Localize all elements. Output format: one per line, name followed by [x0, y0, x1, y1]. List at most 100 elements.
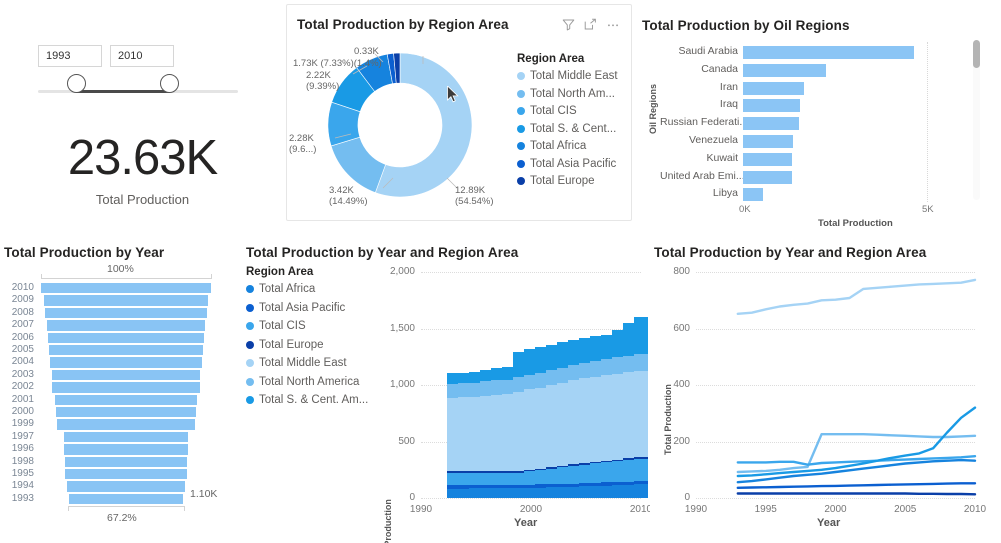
- donut-legend-label: Total Africa: [530, 140, 587, 152]
- stack-segment[interactable]: [634, 316, 648, 354]
- bar-item[interactable]: [743, 188, 764, 202]
- line-x-tick: 1990: [684, 504, 708, 515]
- stack-segment[interactable]: [634, 457, 648, 459]
- line-series[interactable]: [736, 492, 977, 496]
- donut-label-1.73K: 1.73K (7.33%)(1.4%): [293, 58, 382, 69]
- bar-category-label: Libya: [712, 187, 738, 200]
- bar-item[interactable]: [743, 170, 792, 184]
- funnel-bottom-tick-right: [184, 506, 185, 511]
- line-x-tick: 2005: [894, 504, 917, 515]
- slicer-slider[interactable]: [38, 74, 238, 102]
- funnel-bar[interactable]: [49, 345, 203, 356]
- line-x-tick: 2010: [963, 504, 987, 515]
- funnel-bar[interactable]: [44, 307, 208, 319]
- funnel-bar[interactable]: [55, 407, 197, 418]
- bar-category-label: Saudi Arabia: [678, 45, 738, 57]
- donut-label-0.33K: 0.33K: [354, 46, 379, 57]
- funnel-last-value: 1.10K: [190, 488, 218, 500]
- bar-gridline-5k: [927, 42, 928, 202]
- funnel-category-label: 1998: [11, 455, 34, 467]
- donut-legend-title: Region Area: [517, 53, 585, 65]
- funnel-bar[interactable]: [47, 332, 205, 343]
- funnel-bar[interactable]: [52, 382, 200, 393]
- legend-dot-icon: [517, 72, 525, 80]
- stack-y-tick: 1,500: [389, 322, 415, 334]
- focus-mode-icon[interactable]: [584, 18, 597, 31]
- stack-x-tick: 1990: [409, 504, 433, 515]
- bar-item[interactable]: [743, 117, 800, 131]
- mouse-cursor-icon: [447, 86, 459, 103]
- donut-legend-label: Total Europe: [530, 175, 595, 187]
- line-series[interactable]: [736, 482, 977, 490]
- line-series[interactable]: [736, 406, 977, 478]
- funnel-bar[interactable]: [46, 320, 206, 331]
- funnel-category-label: 2005: [11, 344, 34, 355]
- kpi-label: Total Production: [95, 192, 190, 207]
- stack-y-tick: 500: [398, 435, 415, 447]
- stack-y-tick: 1,000: [389, 379, 415, 390]
- bar-scrollbar[interactable]: [973, 40, 980, 200]
- line-x-tick: 1995: [754, 504, 777, 515]
- donut-legend-item[interactable]: Total Middle East: [517, 70, 618, 82]
- funnel-bar[interactable]: [66, 481, 186, 492]
- bar-x-tick-5k: 5K: [922, 204, 934, 215]
- bar-item[interactable]: [743, 99, 801, 113]
- funnel-bar[interactable]: [55, 394, 197, 405]
- stack-segment[interactable]: [634, 458, 648, 482]
- funnel-bar[interactable]: [64, 444, 188, 455]
- year-funnel-panel: Total Production by Year 100% 2010 2009 20…: [0, 240, 240, 543]
- legend-dot-icon: [517, 107, 525, 115]
- slider-handle-min[interactable]: [67, 74, 86, 93]
- funnel-bar[interactable]: [56, 419, 196, 430]
- funnel-category-label: 1996: [11, 443, 34, 455]
- kpi-value: 23.63K: [67, 131, 218, 185]
- funnel-category-label: 2003: [11, 368, 34, 380]
- donut-legend-label: Total S. & Cent...: [530, 122, 617, 135]
- bar-item[interactable]: [743, 152, 792, 166]
- funnel-bar[interactable]: [51, 369, 201, 381]
- line-series[interactable]: [736, 278, 977, 316]
- stack-x-tick: 2000: [519, 504, 543, 515]
- more-options-icon[interactable]: [606, 18, 620, 31]
- donut-label-12.89K: 12.89K (54.54%): [455, 185, 494, 207]
- legend-dot-icon: [517, 177, 525, 185]
- line-chart[interactable]: 0 200 400 600 800 1990 1995 2000 2005 2010: [650, 240, 1001, 543]
- stacked-column[interactable]: [634, 272, 648, 498]
- bar-scroll-thumb[interactable]: [973, 40, 980, 68]
- line-chart-panel: Total Production by Year and Region Area…: [650, 240, 1001, 543]
- funnel-bar[interactable]: [41, 283, 211, 294]
- funnel-category-label: 2007: [11, 319, 34, 331]
- donut-legend-item[interactable]: Total Asia Pacific: [517, 158, 618, 170]
- donut-label-3.42K: 3.42K (14.49%): [329, 185, 368, 207]
- funnel-bar[interactable]: [65, 469, 187, 480]
- bar-item[interactable]: [743, 135, 794, 148]
- funnel-bar[interactable]: [64, 456, 188, 467]
- donut-legend-item[interactable]: Total Europe: [517, 175, 618, 187]
- stack-segment[interactable]: [634, 370, 648, 458]
- funnel-panel-title: Total Production by Year: [4, 245, 165, 260]
- stack-segment[interactable]: [634, 481, 648, 485]
- funnel-category-label: 2001: [11, 393, 34, 405]
- slicer-min-input[interactable]: [38, 45, 102, 67]
- stack-segment[interactable]: [634, 484, 648, 498]
- donut-legend-item[interactable]: Total Africa: [517, 140, 618, 152]
- funnel-category-label: 2002: [11, 381, 34, 393]
- funnel-bar[interactable]: [49, 357, 203, 368]
- bar-panel-title: Total Production by Oil Regions: [642, 18, 850, 33]
- filter-icon[interactable]: [562, 18, 575, 31]
- donut-legend-item[interactable]: Total S. & Cent...: [517, 123, 618, 135]
- year-slicer-tile: [0, 0, 285, 110]
- donut-legend-item[interactable]: Total North Am...: [517, 88, 618, 100]
- bar-item[interactable]: [743, 63, 826, 77]
- slider-handle-max[interactable]: [160, 74, 179, 93]
- funnel-bar[interactable]: [64, 431, 188, 443]
- bar-item[interactable]: [743, 81, 804, 95]
- slicer-max-input[interactable]: [110, 45, 174, 67]
- donut-legend-item[interactable]: Total CIS: [517, 105, 618, 117]
- bar-item[interactable]: [743, 46, 915, 59]
- funnel-bar[interactable]: [68, 493, 184, 505]
- stacked-column-chart[interactable]: 0 500 1,000 1,500 2,000 1990 2000 2010: [242, 240, 652, 543]
- funnel-bar[interactable]: [44, 295, 208, 306]
- stack-segment[interactable]: [634, 353, 648, 371]
- bar-category-label: Venezuela: [688, 134, 738, 146]
